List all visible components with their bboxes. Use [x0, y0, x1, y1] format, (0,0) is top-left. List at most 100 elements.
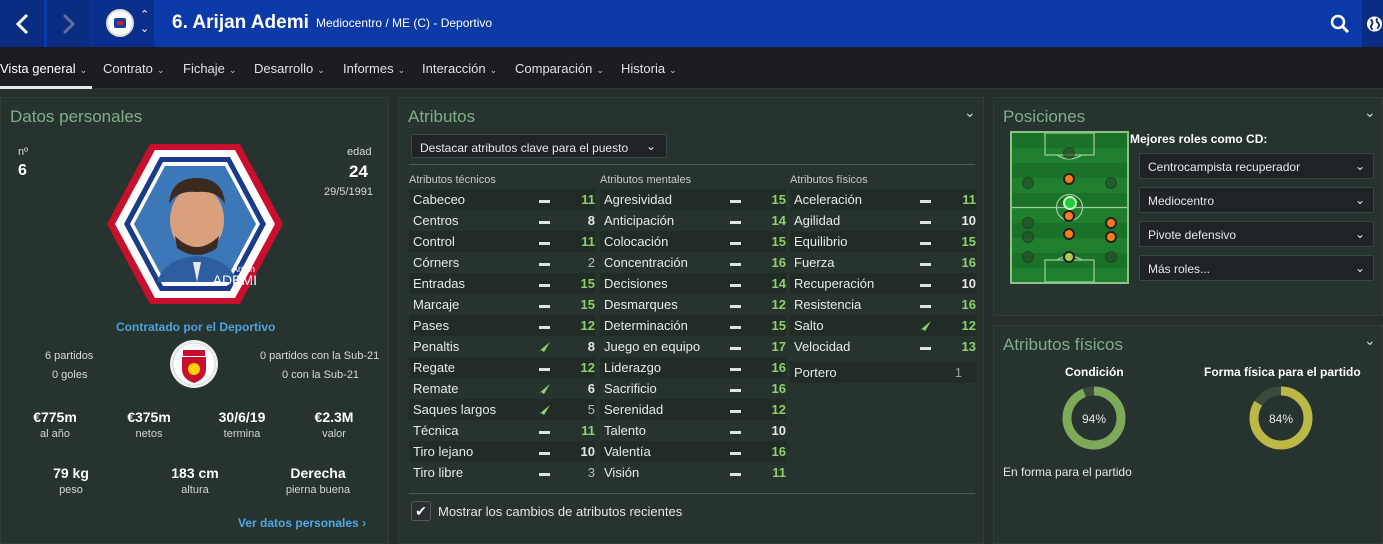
attribute-value: 14	[771, 276, 786, 291]
attribute-row: Córners 2	[409, 252, 595, 273]
condition-value: 94%	[1082, 412, 1106, 426]
attribute-name: Centros	[413, 213, 459, 228]
attribute-value: 12	[771, 402, 786, 417]
tab-historia[interactable]: Historia ⌄	[621, 47, 677, 89]
attribute-row: Equilibrio 15	[790, 231, 976, 252]
attribute-name: Saques largos	[413, 402, 497, 417]
height-label: altura	[181, 484, 209, 496]
attribute-value: 17	[771, 339, 786, 354]
trend-up-icon	[537, 339, 551, 355]
show-changes-checkbox[interactable]: ✔	[411, 501, 431, 521]
empty-position-dot	[1022, 251, 1034, 263]
contracted-by-link[interactable]: Contratado por el Deportivo	[116, 320, 275, 334]
attribute-name: Valentía	[604, 444, 651, 459]
tab-label: Informes	[343, 61, 394, 76]
trend-equal-icon	[728, 465, 742, 480]
trend-equal-icon	[728, 192, 742, 207]
caret-down-icon: ⌄	[228, 65, 237, 75]
tab-desarrollo[interactable]: Desarrollo ⌄	[254, 47, 325, 89]
personal-data-panel: Datos personales nº 6 edad 24 29/5/1991 …	[0, 97, 389, 544]
search-button[interactable]	[1318, 0, 1362, 47]
trend-equal-icon	[537, 297, 551, 312]
tab-informes[interactable]: Informes ⌄	[343, 47, 405, 89]
tab-interaccion[interactable]: Interacción ⌄	[422, 47, 497, 89]
attribute-row: Concentración 16	[600, 252, 786, 273]
role-dropdown-3[interactable]: Pivote defensivo ⌄	[1139, 221, 1374, 247]
attribute-name: Regate	[413, 360, 455, 375]
chevron-updown-icon[interactable]: ⌃ ⌄	[140, 8, 149, 36]
trend-equal-icon	[728, 318, 742, 333]
attribute-row: Serenidad 12	[600, 399, 786, 420]
caret-down-icon: ⌄	[669, 65, 677, 75]
show-changes-label: Mostrar los cambios de atributos recient…	[438, 504, 683, 519]
attribute-name: Agilidad	[794, 213, 841, 228]
trend-equal-icon	[537, 213, 551, 228]
attribute-value: 10	[771, 423, 786, 438]
attribute-value: 11	[962, 192, 976, 207]
trend-equal-icon	[537, 234, 551, 249]
tab-comparacion[interactable]: Comparación ⌄	[515, 47, 604, 89]
attribute-row: Agresividad 15	[600, 189, 786, 210]
tab-label: Fichaje	[183, 61, 225, 76]
attribute-row: Aceleración 11	[790, 189, 976, 210]
tab-contrato[interactable]: Contrato ⌄	[103, 47, 164, 89]
attribute-name: Cabeceo	[413, 192, 466, 207]
trend-equal-icon	[728, 339, 742, 354]
technical-header: Atributos técnicos	[409, 174, 496, 186]
match-fitness-value: 84%	[1269, 412, 1293, 426]
attribute-name: Equilibrio	[794, 234, 848, 249]
player-title: 6. Arijan Ademi	[172, 12, 309, 33]
attribute-name: Entradas	[413, 276, 466, 291]
attribute-name: Sacrificio	[604, 381, 657, 396]
attribute-name: Tiro lejano	[413, 444, 474, 459]
globe-button[interactable]	[1362, 0, 1383, 47]
personal-data-link[interactable]: Ver datos personales ›	[238, 516, 366, 530]
panel-title: Atributos físicos	[1003, 335, 1123, 354]
role-dropdown-label: Pivote defensivo	[1148, 228, 1237, 242]
chevron-down-icon[interactable]: ⌄	[964, 104, 976, 121]
more-roles-dropdown[interactable]: Más roles... ⌄	[1139, 255, 1374, 281]
attribute-value: 16	[771, 381, 786, 396]
chevron-right-icon: ›	[362, 516, 367, 530]
role-dropdown-1[interactable]: Centrocampista recuperador ⌄	[1139, 153, 1374, 179]
net-wage-value: €375m	[127, 409, 171, 425]
chevron-down-icon[interactable]: ⌄	[1364, 332, 1376, 349]
player-subtitle: Mediocentro / ME (C) - Deportivo	[316, 16, 493, 30]
tab-fichaje[interactable]: Fichaje ⌄	[183, 47, 236, 89]
player-value: €2.3M	[314, 409, 354, 425]
attribute-name: Visión	[604, 465, 640, 480]
attribute-value: 15	[580, 276, 595, 291]
chevron-down-icon[interactable]: ⌄	[1364, 104, 1376, 121]
trend-equal-icon	[537, 444, 551, 459]
forward-button[interactable]	[47, 0, 91, 47]
attribute-row: Control 11	[409, 231, 595, 252]
attribute-value: 5	[587, 402, 595, 417]
national-team-crest-icon[interactable]	[169, 339, 219, 389]
photo-name-big: ADEMI	[213, 272, 257, 288]
attribute-name: Liderazgo	[604, 360, 662, 375]
best-roles-label: Mejores roles como CD:	[1130, 132, 1268, 146]
empty-position-dot	[1022, 177, 1034, 189]
highlight-dropdown[interactable]: Destacar atributos clave para el puesto ⌄	[411, 134, 667, 158]
trend-equal-icon	[728, 360, 742, 375]
empty-position-dot	[1022, 217, 1034, 229]
back-button[interactable]	[0, 0, 44, 47]
highlight-dropdown-label: Destacar atributos clave para el puesto	[420, 141, 629, 155]
attribute-value: 2	[587, 255, 595, 270]
chevron-down-icon: ⌄	[1354, 193, 1365, 207]
trend-equal-icon	[918, 192, 932, 207]
club-selector[interactable]: ⌃ ⌄	[92, 0, 154, 47]
attribute-name: Concentración	[604, 255, 688, 270]
tab-vista-general[interactable]: Vista general ⌄	[0, 47, 92, 89]
attribute-value: 13	[961, 339, 976, 354]
attribute-name: Tiro libre	[413, 465, 464, 480]
player-photo: Arijan ADEMI	[107, 144, 283, 304]
attribute-row: Fuerza 16	[790, 252, 976, 273]
foot-value: Derecha	[290, 465, 346, 481]
position-dot	[1063, 228, 1075, 240]
attribute-name: Desmarques	[604, 297, 678, 312]
attribute-row: Anticipación 14	[600, 210, 786, 231]
attribute-name: Recuperación	[794, 276, 875, 291]
positions-panel: Posiciones ⌄ Mejores roles como CD: Cent…	[993, 97, 1383, 316]
role-dropdown-2[interactable]: Mediocentro ⌄	[1139, 187, 1374, 213]
